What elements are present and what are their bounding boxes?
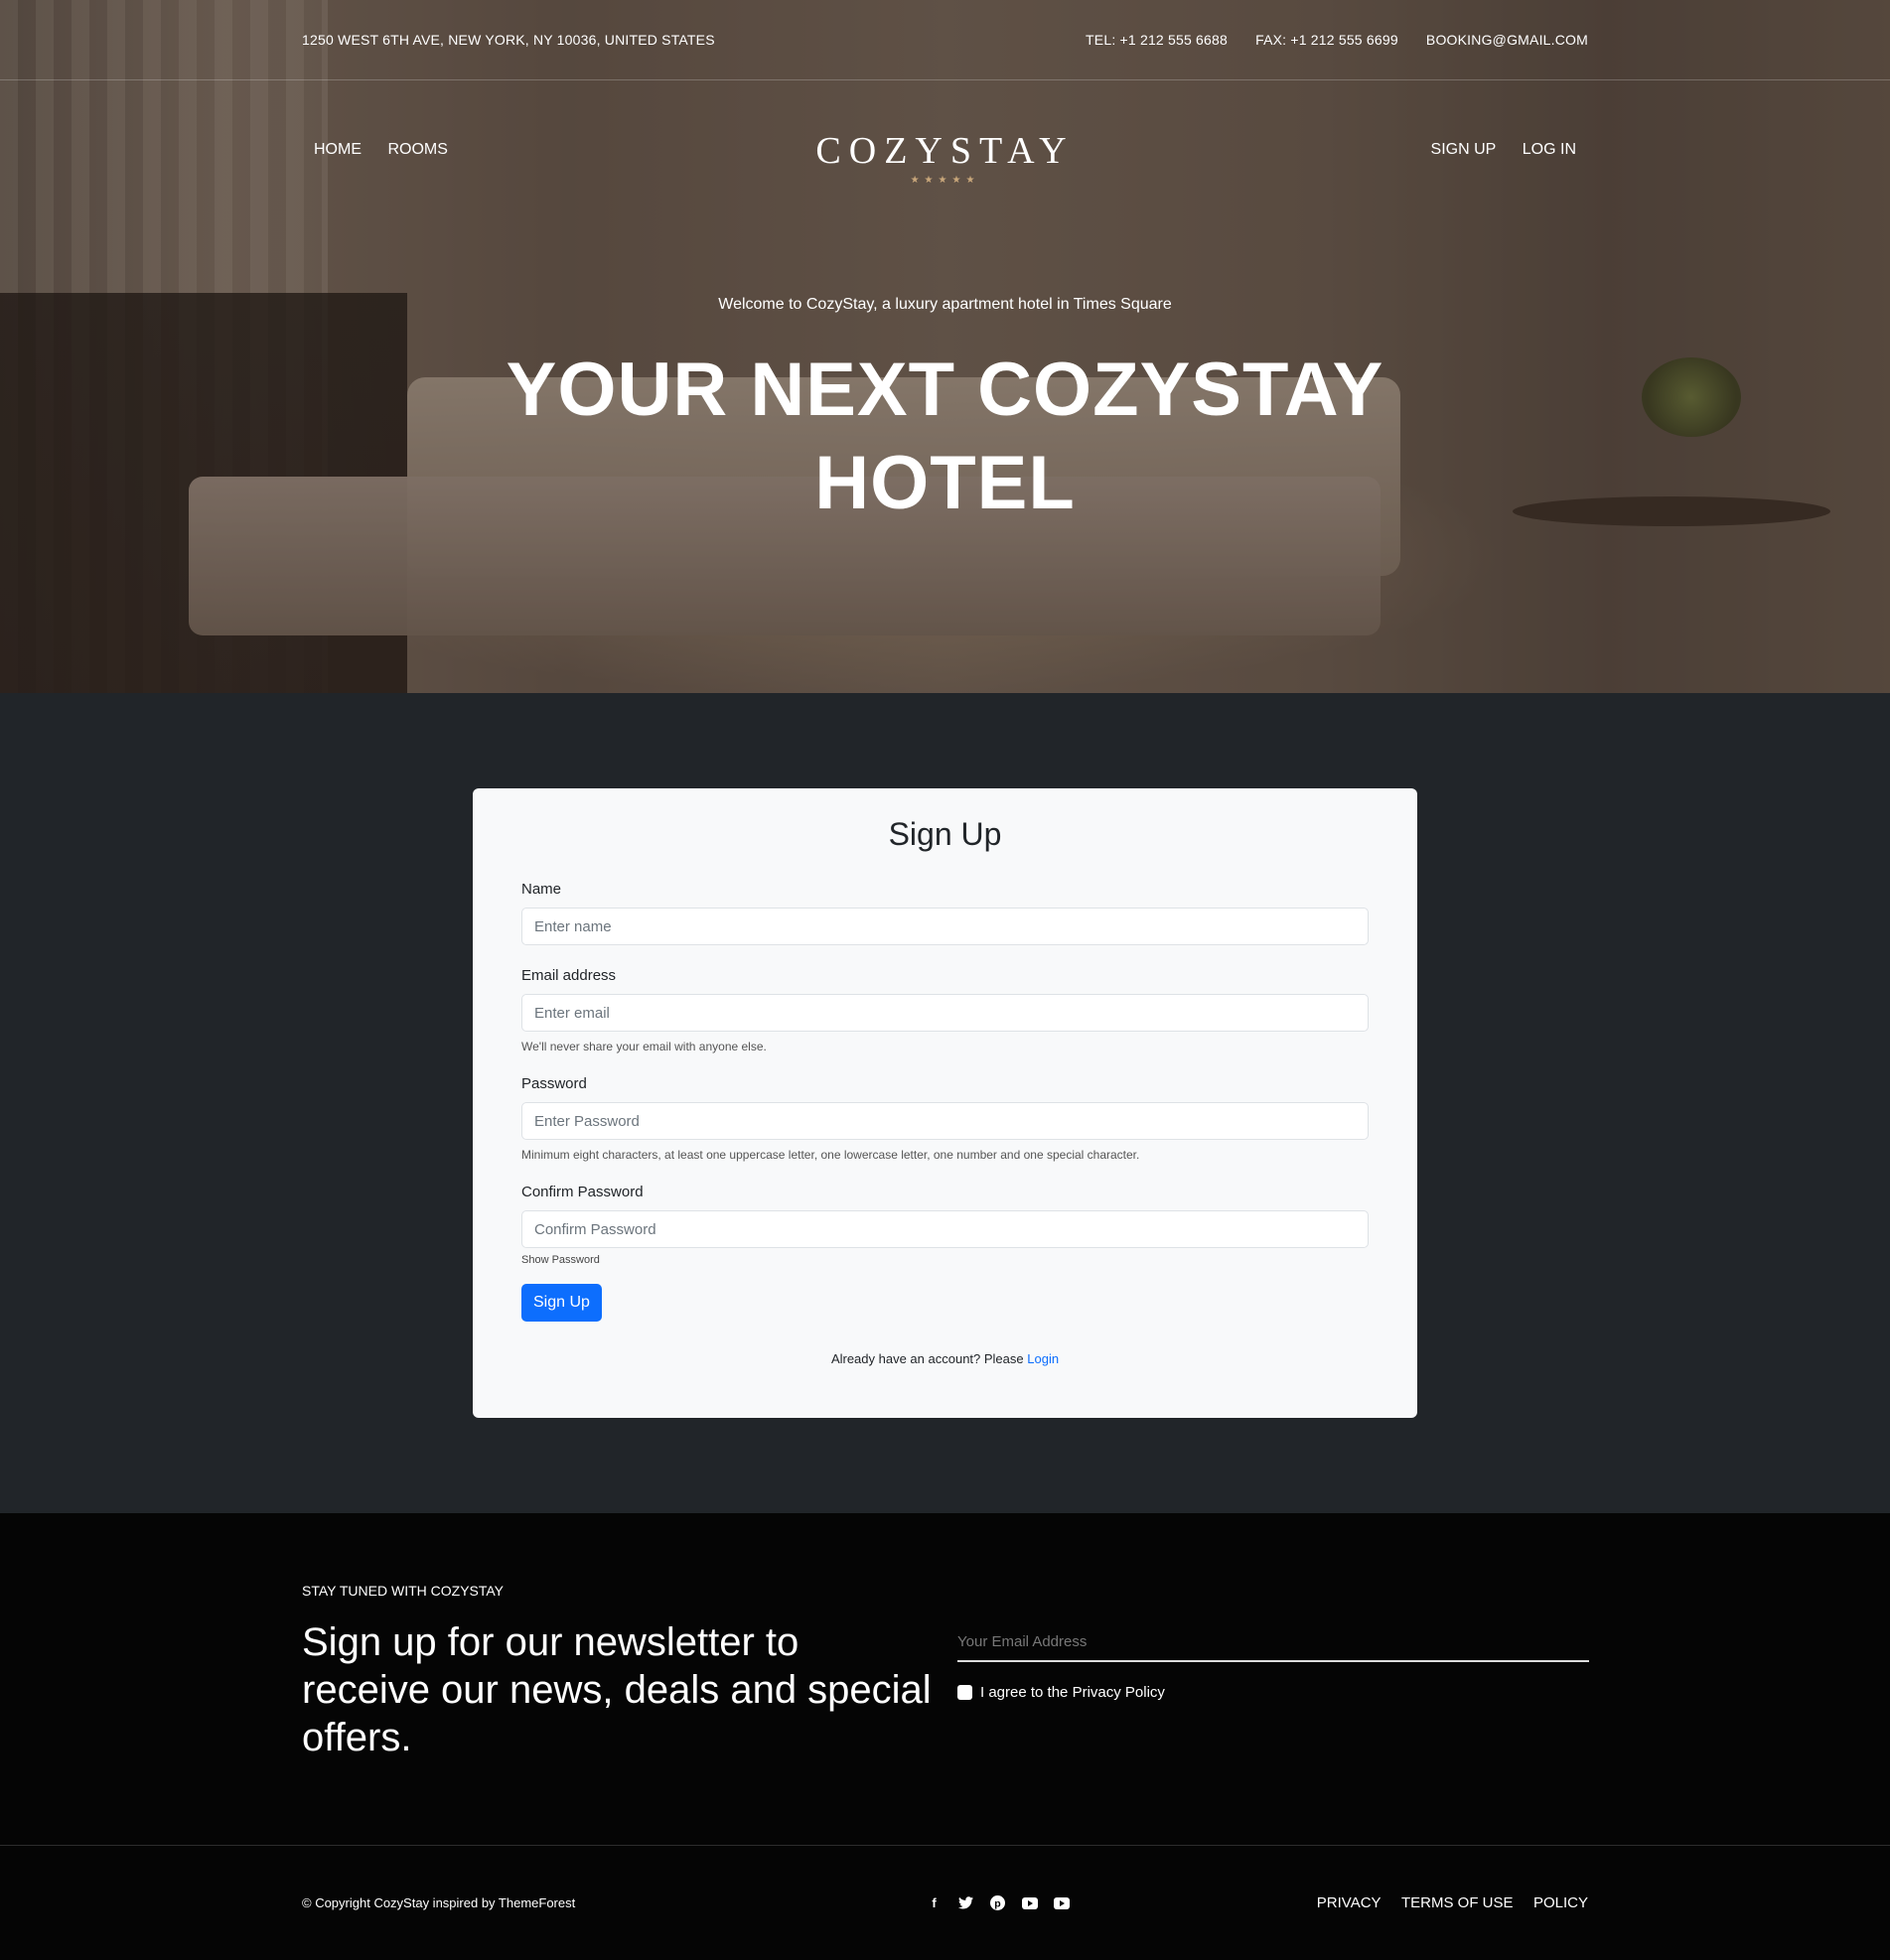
password-label: Password <box>521 1075 587 1092</box>
hero-title: YOUR NEXT COZYSTAY HOTEL <box>506 348 1384 525</box>
copyright-text: © Copyright CozyStay inspired by ThemeFo… <box>302 1895 576 1910</box>
privacy-agree[interactable]: I agree to the Privacy Policy <box>957 1684 1589 1701</box>
newsletter-email-input[interactable] <box>957 1622 1589 1662</box>
fax-text: FAX: +1 212 555 6699 <box>1255 32 1398 48</box>
privacy-checkbox[interactable] <box>957 1685 972 1700</box>
signup-title: Sign Up <box>888 816 1002 852</box>
twitter-icon[interactable] <box>958 1895 974 1911</box>
signup-button[interactable]: Sign Up <box>521 1284 602 1322</box>
nav-login-link[interactable]: LOG IN <box>1523 141 1576 159</box>
hero-text: Welcome to CozyStay, a luxury apartment … <box>0 296 1890 530</box>
confirm-password-input[interactable] <box>521 1210 1369 1248</box>
policy-link[interactable]: POLICY <box>1533 1894 1588 1911</box>
privacy-agree-label: I agree to the Privacy Policy <box>980 1684 1165 1701</box>
footer: © Copyright CozyStay inspired by ThemeFo… <box>0 1846 1890 1960</box>
newsletter-section: STAY TUNED WITH COZYSTAY Sign up for our… <box>0 1513 1890 1846</box>
newsletter-kicker: STAY TUNED WITH COZYSTAY <box>302 1583 505 1599</box>
password-input[interactable] <box>521 1102 1369 1140</box>
facebook-icon[interactable]: f <box>927 1895 943 1911</box>
svg-text:p: p <box>994 1897 1000 1909</box>
top-info-bar: 1250 WEST 6TH AVE, NEW YORK, NY 10036, U… <box>0 0 1890 80</box>
nav-home-link[interactable]: HOME <box>314 141 362 159</box>
signup-card: Sign Up Name Email address We'll never s… <box>473 788 1417 1418</box>
login-link[interactable]: Login <box>1027 1351 1059 1366</box>
main-nav: HOME ROOMS SIGN UP LOG IN <box>0 119 1890 189</box>
nav-signup-link[interactable]: SIGN UP <box>1431 141 1497 159</box>
name-label: Name <box>521 881 562 898</box>
nav-rooms-link[interactable]: ROOMS <box>387 141 447 159</box>
footer-links: PRIVACY TERMS OF USE POLICY <box>1301 1894 1588 1912</box>
email-hint: We'll never share your email with anyone… <box>521 1040 767 1053</box>
privacy-link[interactable]: PRIVACY <box>1317 1894 1381 1911</box>
hero-section: 1250 WEST 6TH AVE, NEW YORK, NY 10036, U… <box>0 0 1890 693</box>
email-input[interactable] <box>521 994 1369 1032</box>
show-password-toggle[interactable]: Show Password <box>521 1254 1369 1266</box>
pinterest-icon[interactable]: p <box>990 1895 1006 1911</box>
terms-link[interactable]: TERMS OF USE <box>1401 1894 1514 1911</box>
signup-section: Sign Up Name Email address We'll never s… <box>0 693 1890 1513</box>
password-hint: Minimum eight characters, at least one u… <box>521 1148 1140 1162</box>
address-text: 1250 WEST 6TH AVE, NEW YORK, NY 10036, U… <box>302 32 715 48</box>
youtube-icon[interactable] <box>1021 1896 1038 1909</box>
tel-text: TEL: +1 212 555 6688 <box>1086 32 1228 48</box>
youtube-icon[interactable] <box>1053 1896 1070 1909</box>
newsletter-title: Sign up for our newsletter to receive ou… <box>302 1620 932 1759</box>
social-icons: f p <box>927 1895 1070 1911</box>
email-link[interactable]: BOOKING@GMAIL.COM <box>1426 32 1588 48</box>
hero-subtitle: Welcome to CozyStay, a luxury apartment … <box>718 296 1172 313</box>
name-input[interactable] <box>521 908 1369 945</box>
email-label: Email address <box>521 967 617 984</box>
confirm-password-label: Confirm Password <box>521 1184 644 1200</box>
login-prompt: Already have an account? Please Login <box>830 1351 1060 1366</box>
